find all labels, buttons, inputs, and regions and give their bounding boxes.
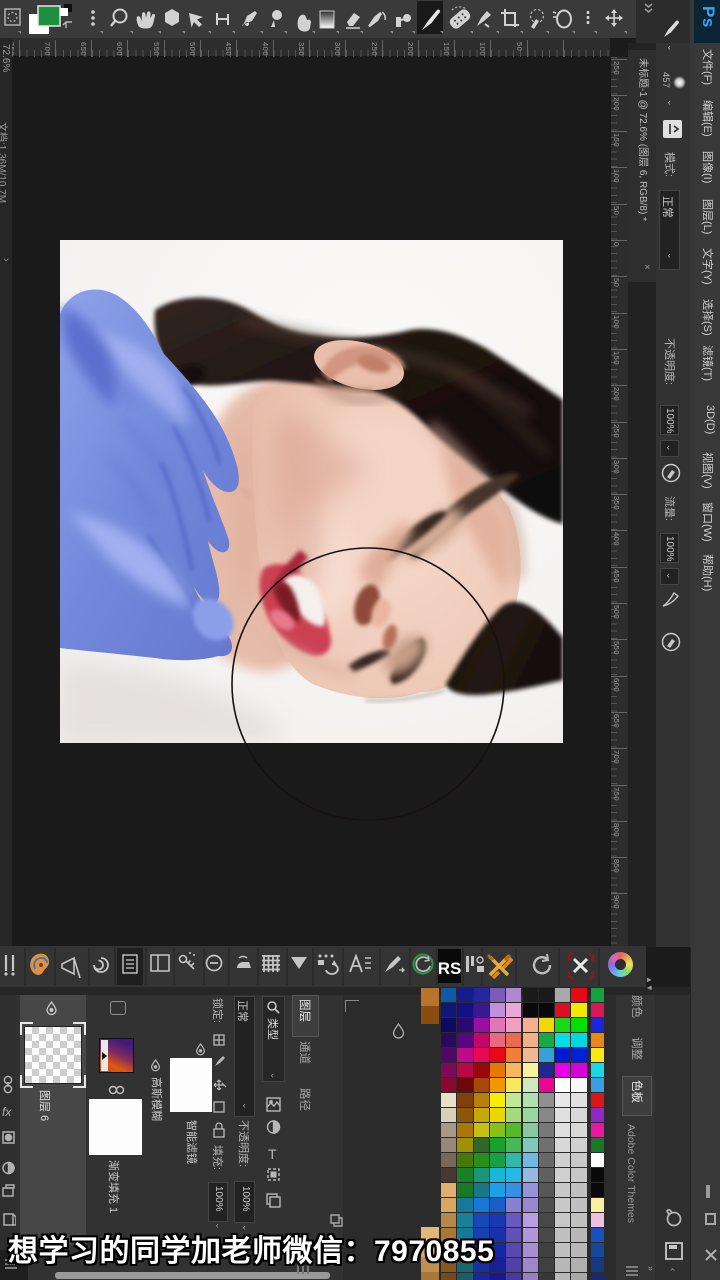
svg-text:RS: RS (438, 959, 462, 978)
svg-text:fx: fx (2, 1105, 12, 1119)
svg-text:T: T (268, 1146, 277, 1162)
